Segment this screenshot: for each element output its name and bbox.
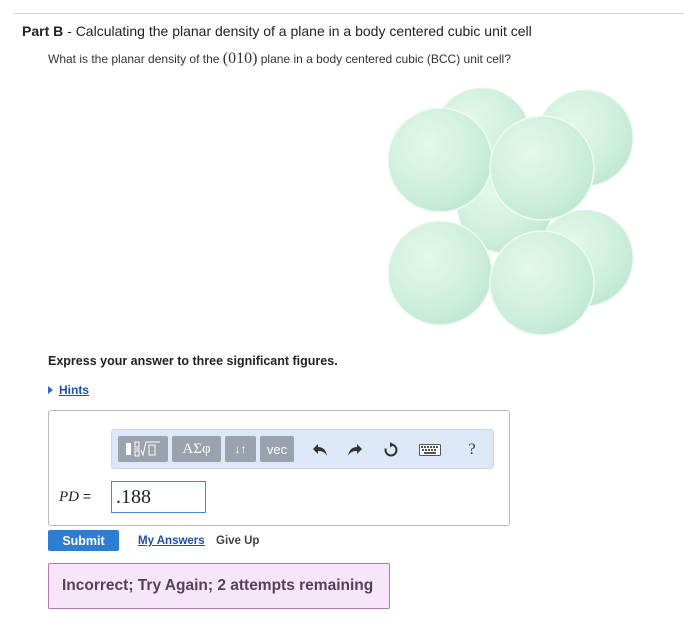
equals-sign: = <box>79 488 92 504</box>
sphere-front-top-right <box>489 115 595 221</box>
greek-symbols-button[interactable]: ΑΣφ <box>172 436 221 462</box>
submit-button[interactable]: Submit <box>48 530 119 551</box>
answer-panel: ΑΣφ ↓↑ vec ? PD = .188 <box>48 410 510 526</box>
templates-button[interactable] <box>118 436 168 462</box>
keyboard-icon[interactable] <box>419 439 441 461</box>
hints-toggle[interactable]: Hints <box>48 383 89 397</box>
question-text: What is the planar density of the (010) … <box>48 50 511 68</box>
question-plane: (010) <box>222 50 258 67</box>
question-after: plane in a body centered cubic (BCC) uni… <box>257 52 511 66</box>
sphere-front-bottom-right <box>489 230 595 336</box>
my-answers-link[interactable]: My Answers <box>138 535 205 547</box>
part-title: Part B - Calculating the planar density … <box>22 23 532 39</box>
bcc-spheres-illustration <box>387 87 634 336</box>
question-before: What is the planar density of the <box>48 52 223 66</box>
sphere-front-bottom-left <box>387 220 493 326</box>
math-toolbar: ΑΣφ ↓↑ vec ? <box>111 429 494 469</box>
part-separator: - <box>63 23 76 39</box>
sphere-front-top-left <box>387 107 493 213</box>
vector-button[interactable]: vec <box>260 436 294 462</box>
help-button[interactable]: ? <box>461 439 483 461</box>
arrows-button[interactable]: ↓↑ <box>225 436 256 462</box>
give-up-link[interactable]: Give Up <box>216 535 259 547</box>
part-label: Part B <box>22 23 64 39</box>
reset-icon[interactable] <box>380 439 402 461</box>
expand-triangle-icon <box>48 386 53 394</box>
fraction-sqrt-template-icon <box>126 441 160 457</box>
answer-input[interactable]: .188 <box>111 481 206 513</box>
answer-instruction: Express your answer to three significant… <box>48 354 338 368</box>
redo-icon[interactable] <box>344 439 366 461</box>
bcc-unit-cell-diagram <box>380 78 650 348</box>
hints-link[interactable]: Hints <box>59 383 89 397</box>
feedback-message: Incorrect; Try Again; 2 attempts remaini… <box>48 563 390 609</box>
variable-name: PD <box>59 489 79 505</box>
answer-variable-label: PD = <box>59 488 91 506</box>
top-divider <box>14 13 684 14</box>
part-title-text: Calculating the planar density of a plan… <box>75 23 532 39</box>
undo-icon[interactable] <box>309 439 331 461</box>
